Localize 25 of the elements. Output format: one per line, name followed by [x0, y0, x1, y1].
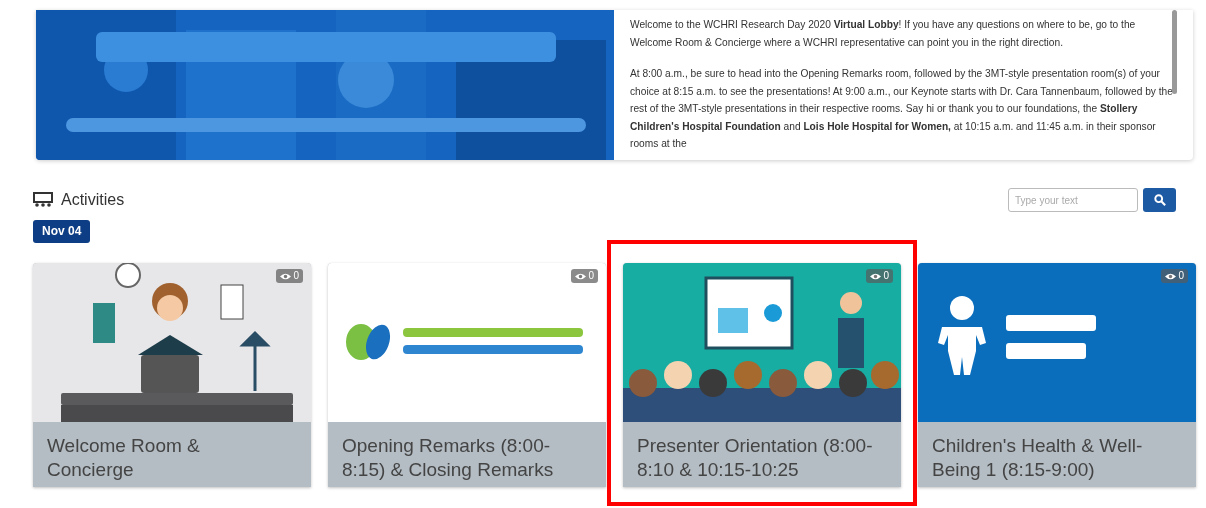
view-count: 0 [1178, 271, 1184, 281]
activity-title: Presenter Orientation (8:00-8:10 & 10:15-10:25 [637, 434, 874, 482]
search-icon [1153, 194, 1166, 206]
intro-paragraph: Welcome to the WCHRI Research Day 2020 Virtual Lobby! If you have any questions on where to be, go to the Welcome Room & Concierge where a WCHRI representative can point you in the right direction. [630, 18, 1137, 50]
activity-title: Children's Health & Well-Being 1 (8:15-9:00) [932, 434, 1144, 482]
scrollbar[interactable] [1172, 10, 1177, 94]
eye-icon [280, 272, 292, 280]
view-count: 0 [293, 271, 299, 281]
eye-icon [1165, 272, 1177, 280]
view-count: 0 [588, 271, 594, 281]
presentation-icon [33, 192, 53, 208]
eye-icon [870, 272, 882, 280]
view-count: 0 [883, 271, 889, 281]
search-field[interactable]: Type your text [1008, 188, 1138, 212]
activity-card[interactable]: 0 Children's Health & Well-Being 1 (8:15-9:00) [918, 263, 1196, 487]
section-title: Activities [61, 190, 125, 210]
activity-card[interactable]: 0 Opening Remarks (8:00-8:15) & Closing Remarks [328, 263, 606, 487]
activity-card[interactable]: 0 Welcome Room & Concierge [33, 263, 311, 487]
intro-paragraph: At 8:00 a.m., be sure to head into the Opening Remarks room, followed by the 3MT-style presentation room(s) of your choice at 8:15 a.m. to see the presentations! At 9:00 a.m., our Keynote starts with Dr. Cara Tannenbaum, followed by the rest of the 3MT-style presentations in their respective rooms. Say hi or thank you to our foundations, the Stollery Children's Hospital Foundation and Lois Hole Hospital for Women, at 10:15 a.m. and 11:45 a.m. in their sponsor rooms at the [630, 67, 1173, 151]
date-tab[interactable]: Nov 04 [33, 220, 91, 243]
activity-title: Opening Remarks (8:00-8:15) & Closing Remarks [342, 434, 555, 482]
activity-title: Welcome Room & Concierge [47, 434, 201, 482]
search-button[interactable] [1143, 188, 1176, 212]
eye-icon [575, 272, 587, 280]
activity-card[interactable]: 0 Presenter Orientation (8:00-8:10 & 10:15-10:25 [623, 263, 901, 487]
